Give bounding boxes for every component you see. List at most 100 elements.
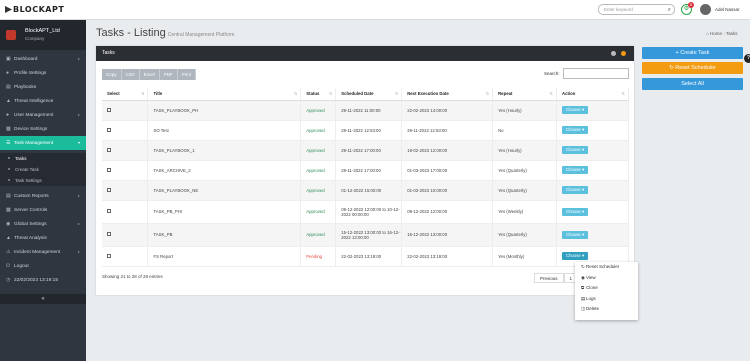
sidebar-item-threat-analysis[interactable]: ▲ Threat Analysis [0,231,86,245]
print-button[interactable]: Print [177,69,197,80]
sidebar-item-threat-intelligence[interactable]: ▲ Threat Intelligence [0,94,86,108]
user-name[interactable]: Adel Nassar [715,7,740,12]
logo-mark-icon [5,6,12,13]
pdf-button[interactable]: PDF [159,69,178,80]
sidebar-subitem-task-settings[interactable]: Task Settings [0,175,86,186]
previous-page-button[interactable]: Previous [534,273,564,283]
row-checkbox[interactable] [107,209,111,213]
help-icon[interactable]: ? [744,54,750,63]
row-checkbox[interactable] [107,107,111,112]
excel-button[interactable]: Excel [139,69,160,80]
analysis-icon: ▲ [6,235,11,241]
menu-item-delete[interactable]: ◫Delete [575,304,638,315]
task-scheduled-date: 09-12-2022 12:00:00 to 10-12-2022 00:00:… [335,200,403,224]
sidebar-item-device-settings[interactable]: ▩ Device Settings [0,122,86,136]
reset-scheduler-button[interactable]: ↻ Reset Scheduler [642,62,743,74]
task-repeat: Yes (Monthly) [492,246,558,267]
breadcrumb-home[interactable]: Home [710,31,722,36]
choose-button[interactable]: Choose ▾ [562,126,589,134]
header-search-input[interactable]: Enter keyword ⌕ [598,4,675,15]
col-scheduled-date[interactable]: Scheduled Date ⇅ [335,88,403,101]
sidebar-item-playbooks[interactable]: ▤ Playbooks [0,80,86,94]
choose-button[interactable]: Choose ▾ [562,166,589,174]
table-header-row: Select ⇅ Title ⇅ Status ⇅ Scheduled Date ⇅ N… [102,88,629,101]
table-search-label: Search: [544,71,560,76]
col-action[interactable]: Action ⇅ [556,88,629,101]
company-card: BlockAPT_Ltd Company [0,20,86,50]
copy-button[interactable]: Copy [102,69,122,80]
col-next-execution-date[interactable]: Next Execution Date ⇅ [401,88,494,101]
task-status: Approved [300,200,337,224]
task-scheduled-date: 22-02-2023 13:19:00 [335,246,403,267]
row-checkbox[interactable] [107,167,111,172]
table-row: TASK_PB_PHI Approved 09-12-2022 12:00:00… [102,200,629,224]
menu-item-view[interactable]: ◉View [575,273,638,284]
table-row: TASK_PLAYBOOK_NE Approved 01-12-2022 15:… [102,180,629,201]
panel-close-icon[interactable] [621,51,626,56]
menu-item-reset-scheduler[interactable]: ↻Reset Scheduler [575,262,638,273]
sidebar-item-global-settings[interactable]: ◉ Global Settings ▸ [0,217,86,231]
choose-button[interactable]: Choose ▾ [562,186,589,194]
select-all-button[interactable]: Select All [642,78,743,90]
choose-button[interactable]: Choose ▾ [562,106,589,114]
pagination: Previous 1 [534,273,579,283]
sidebar-subitem-tasks[interactable]: Tasks [0,153,86,164]
tasks-panel: Tasks Copy CSV Excel PDF Print Search: S… [96,46,634,295]
task-title: FS Report [147,246,302,267]
row-checkbox[interactable] [107,147,111,152]
task-status: Approved [300,223,337,247]
table-row: TASK_ARCHIVE_2 Approved 29-11-2022 17:00… [102,160,629,181]
table-row: TASK_PB Approved 15-12-2022 13:00:00 to … [102,223,629,247]
col-repeat[interactable]: Repeat ⇅ [492,88,558,101]
sort-icon: ⇅ [485,91,490,96]
row-checkbox[interactable] [107,127,111,132]
sidebar-item-profile-settings[interactable]: ● Profile Settings [0,66,86,80]
row-checkbox[interactable] [107,232,111,236]
task-scheduled-date: 29-11-2022 11:00:00 [335,100,403,121]
app-logo[interactable]: BLOCKAPT [5,5,64,14]
task-title: TASK_PB_PHI [147,200,302,224]
tasks-table: Select ⇅ Title ⇅ Status ⇅ Scheduled Date ⇅ N… [102,88,629,267]
csv-button[interactable]: CSV [121,69,140,80]
sidebar-item-logout[interactable]: ⏻ Logout [0,259,86,273]
sidebar-item-incident-management[interactable]: ⚠ Incident Management ▸ [0,245,86,259]
choose-button-open[interactable]: Choose ▾ [562,252,589,260]
sidebar-item-server-controls[interactable]: ▩ Server Controls [0,203,86,217]
sidebar-subitem-create-task[interactable]: Create Task [0,164,86,175]
company-type: Company [25,36,45,41]
row-checkbox[interactable] [107,253,111,258]
choose-button[interactable]: Choose ▾ [562,146,589,154]
task-title: SO Test [147,120,302,141]
search-icon[interactable]: ⌕ [668,6,671,15]
panel-minimize-icon[interactable] [611,51,616,56]
server-icon: ▩ [6,207,11,213]
menu-item-logs[interactable]: ▤Logs [575,294,638,305]
create-task-button[interactable]: + Create Task [642,47,743,59]
user-icon: ● [6,70,10,76]
breadcrumb: ⌂ Home › Tasks [706,31,738,36]
col-status[interactable]: Status ⇅ [300,88,337,101]
sidebar-item-user-management[interactable]: ● User Management ▸ [0,108,86,122]
sidebar-item-task-management[interactable]: ☰ Task Management ▾ [0,136,86,150]
task-title: TASK_PB [147,223,302,247]
home-icon: ⌂ [706,31,709,36]
col-title[interactable]: Title ⇅ [147,88,302,101]
col-select[interactable]: Select ⇅ [102,88,149,101]
menu-item-clone[interactable]: ⧉ Clone [575,283,638,294]
task-title: TASK_PLAYBOOK_1 [147,140,302,161]
task-next-execution: 15-12-2022 13:00:00 [401,223,494,247]
panel-title: Tasks [102,50,115,56]
sidebar-item-custom-reports[interactable]: ▤ Custom Reports ▸ [0,189,86,203]
sort-icon: ⇅ [293,91,298,96]
entries-info: Showing 21 to 28 of 28 entries [102,274,163,279]
sidebar-collapse-button[interactable]: « [0,294,86,304]
choose-button[interactable]: Choose ▾ [562,230,589,239]
users-icon: ● [6,112,10,118]
notification-bell-icon[interactable]: ⚙ 0 [681,2,694,15]
row-checkbox[interactable] [107,187,111,192]
choose-button[interactable]: Choose ▾ [562,207,589,216]
user-avatar[interactable] [700,4,711,15]
table-search-input[interactable] [563,68,629,79]
sidebar-item-dashboard[interactable]: ▣ Dashboard ▸ [0,52,86,66]
chevron-icon: ▸ [77,56,80,61]
